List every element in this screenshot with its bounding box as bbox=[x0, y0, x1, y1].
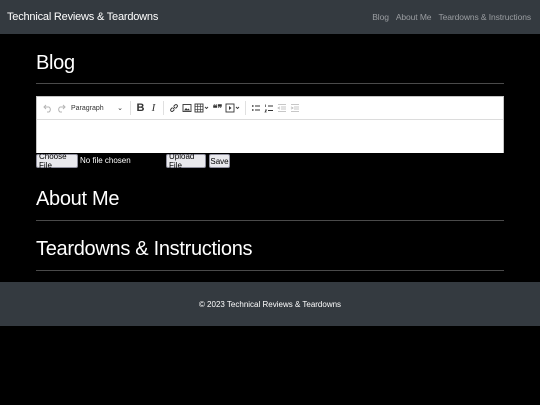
outdent-icon[interactable] bbox=[275, 100, 288, 116]
rich-text-editor: Paragraph ⌄ B I ❝❞ bbox=[36, 96, 504, 153]
teardowns-divider bbox=[36, 270, 504, 271]
upload-file-button[interactable]: Upload File bbox=[166, 152, 206, 170]
nav-links: Blog About Me Teardowns & Instructions bbox=[372, 12, 531, 22]
footer: © 2023 Technical Reviews & Teardowns bbox=[0, 282, 540, 326]
about-me-heading: About Me bbox=[36, 188, 120, 210]
undo-icon[interactable] bbox=[41, 100, 54, 116]
bold-icon[interactable]: B bbox=[134, 100, 147, 116]
blockquote-icon[interactable]: ❝❞ bbox=[211, 100, 224, 116]
navbar: Technical Reviews & Teardowns Blog About… bbox=[0, 0, 540, 34]
nav-link-blog[interactable]: Blog bbox=[372, 12, 389, 22]
toolbar-separator bbox=[245, 101, 246, 115]
link-icon[interactable] bbox=[167, 100, 180, 116]
media-embed-icon[interactable] bbox=[224, 100, 242, 116]
nav-link-about-me[interactable]: About Me bbox=[396, 12, 432, 22]
paragraph-format-label: Paragraph bbox=[71, 104, 104, 112]
editor-content-area[interactable] bbox=[37, 120, 503, 153]
toolbar-separator bbox=[130, 101, 131, 115]
footer-copyright: © 2023 Technical Reviews & Teardowns bbox=[198, 299, 342, 309]
table-icon[interactable] bbox=[193, 100, 211, 116]
no-file-chosen-text: No file chosen bbox=[80, 156, 131, 165]
nav-link-teardowns[interactable]: Teardowns & Instructions bbox=[438, 12, 531, 22]
blog-divider bbox=[36, 83, 504, 84]
paragraph-format-dropdown[interactable]: Paragraph ⌄ bbox=[69, 100, 125, 116]
redo-icon[interactable] bbox=[54, 100, 67, 116]
numbered-list-icon[interactable] bbox=[262, 100, 275, 116]
indent-icon[interactable] bbox=[288, 100, 301, 116]
editor-toolbar: Paragraph ⌄ B I ❝❞ bbox=[37, 97, 503, 120]
toolbar-separator bbox=[163, 101, 164, 115]
navbar-brand[interactable]: Technical Reviews & Teardowns bbox=[7, 11, 158, 23]
bulleted-list-icon[interactable] bbox=[249, 100, 262, 116]
italic-icon[interactable]: I bbox=[147, 100, 160, 116]
image-icon[interactable] bbox=[180, 100, 193, 116]
choose-file-button[interactable]: Choose File bbox=[36, 152, 78, 170]
blog-heading: Blog bbox=[36, 52, 75, 74]
chevron-down-icon: ⌄ bbox=[117, 105, 123, 112]
save-button[interactable]: Save bbox=[209, 154, 230, 168]
teardowns-heading: Teardowns & Instructions bbox=[36, 238, 253, 260]
about-me-divider bbox=[36, 220, 504, 221]
